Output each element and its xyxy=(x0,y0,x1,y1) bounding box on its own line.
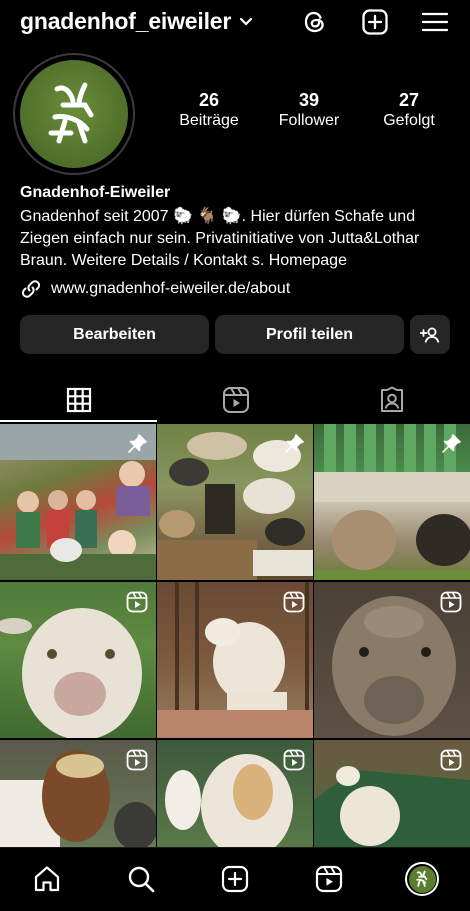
search-icon[interactable] xyxy=(126,864,156,894)
goat-logo-icon xyxy=(48,82,94,144)
pin-icon xyxy=(442,434,461,453)
following-count[interactable]: 27 Gefolgt xyxy=(359,90,459,130)
following-value: 27 xyxy=(398,90,420,110)
profile-nav-avatar[interactable] xyxy=(405,862,439,896)
profile-avatar[interactable] xyxy=(13,53,135,175)
reel-icon xyxy=(440,749,462,771)
new-post-icon[interactable] xyxy=(220,864,250,894)
posts-grid xyxy=(0,424,470,850)
edit-profile-button[interactable]: Bearbeiten xyxy=(20,315,209,354)
reel-icon xyxy=(283,591,305,613)
followers-count[interactable]: 39 Follower xyxy=(259,90,359,130)
home-icon[interactable] xyxy=(32,864,62,894)
tab-reels[interactable] xyxy=(157,378,314,422)
reel-icon xyxy=(126,749,148,771)
following-label: Gefolgt xyxy=(383,112,435,129)
reel-icon xyxy=(440,591,462,613)
grid-icon xyxy=(66,387,91,413)
reels-icon xyxy=(222,387,249,413)
followers-value: 39 xyxy=(298,90,320,110)
posts-count[interactable]: 26 Beiträge xyxy=(159,90,259,130)
post-thumbnail[interactable] xyxy=(314,424,470,580)
posts-value: 26 xyxy=(198,90,220,110)
active-tab-indicator xyxy=(0,420,157,422)
tagged-icon xyxy=(380,386,403,412)
bottom-navigation xyxy=(0,847,470,911)
threads-icon[interactable] xyxy=(301,8,329,36)
pin-icon xyxy=(285,434,304,453)
avatar xyxy=(20,60,128,168)
discover-people-button[interactable] xyxy=(410,315,450,354)
tab-posts[interactable] xyxy=(0,378,157,422)
post-thumbnail[interactable] xyxy=(314,740,470,850)
username: gnadenhof_eiweiler xyxy=(20,8,232,34)
post-thumbnail[interactable] xyxy=(157,740,313,850)
display-name: Gnadenhof-Eiweiler xyxy=(20,184,171,201)
create-icon[interactable] xyxy=(361,8,389,36)
menu-icon[interactable] xyxy=(421,8,449,36)
top-bar: gnadenhof_eiweiler xyxy=(0,0,470,46)
goat-logo-icon xyxy=(416,870,428,887)
post-thumbnail[interactable] xyxy=(0,582,156,738)
post-thumbnail[interactable] xyxy=(157,582,313,738)
profile-link[interactable]: www.gnadenhof-eiweiler.de/about xyxy=(20,278,290,300)
post-thumbnail[interactable] xyxy=(314,582,470,738)
post-thumbnail[interactable] xyxy=(157,424,313,580)
reels-nav-icon[interactable] xyxy=(314,864,344,894)
avatar-thumbnail xyxy=(408,865,436,893)
pin-icon xyxy=(128,434,147,453)
share-profile-button[interactable]: Profil teilen xyxy=(215,315,404,354)
add-person-icon xyxy=(420,327,440,343)
account-switcher[interactable]: gnadenhof_eiweiler xyxy=(20,8,253,35)
reel-icon xyxy=(283,749,305,771)
link-text: www.gnadenhof-eiweiler.de/about xyxy=(51,280,291,297)
chevron-down-icon xyxy=(240,17,253,26)
bio-text: Gnadenhof seit 2007 🐑 🐐 🐑. Hier dürfen S… xyxy=(20,208,420,269)
reel-icon xyxy=(126,591,148,613)
followers-label: Follower xyxy=(278,112,340,129)
tab-tagged[interactable] xyxy=(313,378,470,422)
post-thumbnail[interactable] xyxy=(0,740,156,850)
post-thumbnail[interactable] xyxy=(0,424,156,580)
posts-label: Beiträge xyxy=(179,112,239,129)
link-icon xyxy=(21,280,41,298)
